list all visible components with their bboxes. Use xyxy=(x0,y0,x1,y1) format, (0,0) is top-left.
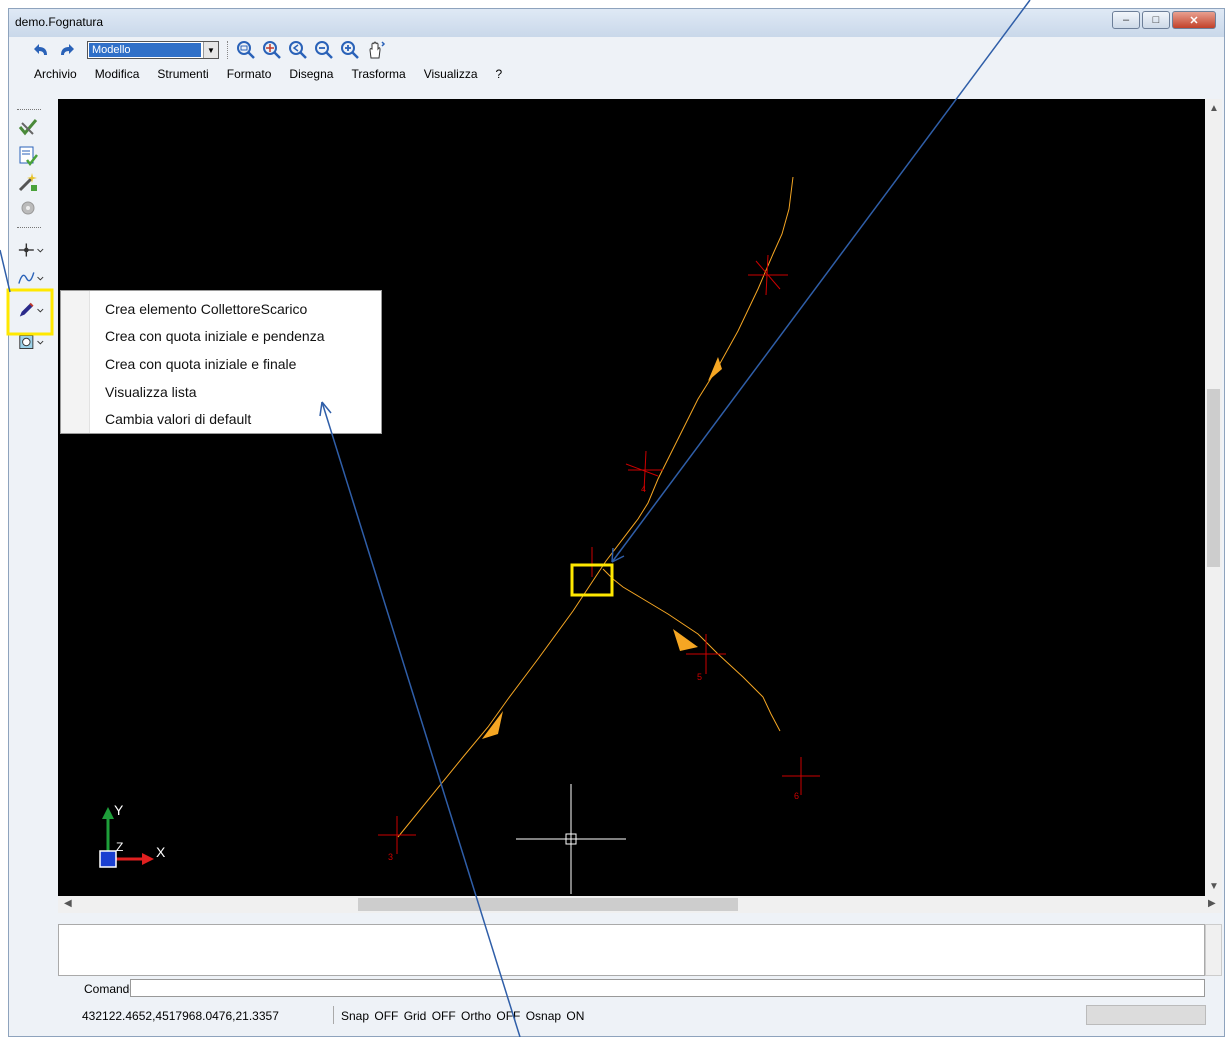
title-bar[interactable]: demo.Fognatura – □ ✕ xyxy=(9,9,1224,37)
horizontal-scroll-thumb[interactable] xyxy=(358,898,738,911)
menu-create-with-slope[interactable]: Crea con quota iniziale e pendenza xyxy=(105,328,325,344)
check-pencil-icon xyxy=(18,119,38,136)
toolbar-grip xyxy=(17,109,41,110)
horizontal-scrollbar[interactable]: ◀ ▶ xyxy=(58,896,1222,913)
scroll-down-icon[interactable]: ▼ xyxy=(1209,881,1219,892)
zoom-in-button[interactable] xyxy=(339,39,361,61)
scroll-up-icon[interactable]: ▲ xyxy=(1209,103,1219,114)
menu-strumenti[interactable]: Strumenti xyxy=(148,63,217,85)
redo-icon xyxy=(61,44,74,55)
validate-tool[interactable] xyxy=(17,117,45,139)
menu-show-list[interactable]: Visualizza lista xyxy=(105,384,197,400)
main-toolbar: Modello ▼ xyxy=(9,37,1224,63)
zoom-out-button[interactable] xyxy=(313,39,335,61)
gear-stack-icon xyxy=(21,201,35,215)
node-label-5: 5 xyxy=(697,672,702,682)
node-tool[interactable] xyxy=(17,239,45,261)
menu-icon-gutter xyxy=(61,291,90,433)
manhole-tool[interactable] xyxy=(17,331,45,353)
node-label-6: 6 xyxy=(794,791,799,801)
menu-modifica[interactable]: Modifica xyxy=(86,63,149,85)
pan-button[interactable] xyxy=(365,39,387,61)
pencil-icon xyxy=(19,302,44,317)
menu-visualizza[interactable]: Visualizza xyxy=(415,63,487,85)
zoom-in-icon xyxy=(341,41,359,59)
maximize-button[interactable]: □ xyxy=(1142,11,1170,29)
axis-z-label: Z xyxy=(116,840,123,854)
left-toolbar xyxy=(11,105,55,365)
undo-icon xyxy=(34,44,47,55)
minimize-button[interactable]: – xyxy=(1112,11,1140,29)
menu-formato[interactable]: Formato xyxy=(218,63,281,85)
canvas-drawing: 4 5 6 3 Y X Z xyxy=(99,176,820,894)
zoom-previous-button[interactable] xyxy=(287,39,309,61)
zoom-all-button[interactable] xyxy=(261,39,283,61)
node-label: 4 xyxy=(641,484,646,494)
history-scrollbar[interactable] xyxy=(1205,924,1222,976)
menu-change-defaults[interactable]: Cambia valori di default xyxy=(105,411,251,427)
check-document-tool[interactable] xyxy=(17,145,45,167)
menu-create-with-start-end[interactable]: Crea con quota iniziale e finale xyxy=(105,356,296,372)
vertical-scrollbar[interactable]: ▲ ▼ xyxy=(1205,99,1222,896)
pan-icon xyxy=(369,41,386,59)
pipe-context-menu: Crea elemento CollettoreScarico Crea con… xyxy=(60,290,382,434)
menu-bar: Archivio Modifica Strumenti Formato Dise… xyxy=(9,63,1224,85)
window-title: demo.Fognatura xyxy=(15,15,104,29)
scroll-right-icon[interactable]: ▶ xyxy=(1208,898,1216,909)
crosshair-cursor xyxy=(516,784,626,894)
zoom-previous-icon xyxy=(289,41,307,59)
menu-help[interactable]: ? xyxy=(487,63,512,85)
flow-arrows xyxy=(482,357,722,739)
ucs-icon: Y X Z xyxy=(99,802,166,868)
zoom-window-icon xyxy=(237,41,255,59)
wand-tool[interactable] xyxy=(17,171,45,193)
redo-button[interactable] xyxy=(55,39,77,61)
node-markers xyxy=(378,254,820,854)
menu-trasforma[interactable]: Trasforma xyxy=(342,63,414,85)
document-check-icon xyxy=(19,146,38,167)
toolbar-separator xyxy=(227,41,229,59)
menu-archivio[interactable]: Archivio xyxy=(25,63,86,85)
status-coordinates: 432122.4652,4517968.0476,21.3357 xyxy=(82,1009,279,1023)
curve-icon xyxy=(18,272,44,284)
status-bar: 432122.4652,4517968.0476,21.3357 Snap OF… xyxy=(58,1003,1222,1027)
scroll-left-icon[interactable]: ◀ xyxy=(64,898,72,909)
command-input[interactable] xyxy=(130,979,1205,997)
command-history[interactable] xyxy=(58,924,1205,976)
view-select[interactable]: Modello ▼ xyxy=(87,41,219,59)
status-modes[interactable]: Snap OFF Grid OFF Ortho OFF Osnap ON xyxy=(341,1009,584,1023)
drawing-canvas[interactable]: 4 5 6 3 Y X Z xyxy=(58,99,1205,896)
curve-tool[interactable] xyxy=(17,267,45,289)
close-button[interactable]: ✕ xyxy=(1172,11,1216,29)
vertical-scroll-thumb[interactable] xyxy=(1207,389,1220,567)
view-select-value: Modello xyxy=(89,43,201,57)
disabled-tool[interactable] xyxy=(17,197,45,219)
status-panel xyxy=(1086,1005,1206,1025)
undo-button[interactable] xyxy=(31,39,53,61)
menu-create-collector[interactable]: Crea elemento CollettoreScarico xyxy=(105,301,307,317)
magic-wand-icon xyxy=(18,173,37,192)
axis-y-label: Y xyxy=(114,802,124,818)
pipe-network xyxy=(397,176,794,838)
zoom-window-button[interactable] xyxy=(235,39,257,61)
status-separator xyxy=(333,1006,334,1024)
toolbar-grip xyxy=(17,227,41,228)
application-window: demo.Fognatura – □ ✕ Modello ▼ Archivio … xyxy=(8,8,1225,1037)
manhole-icon xyxy=(19,335,44,349)
command-line: Comando: xyxy=(58,979,1222,999)
zoom-all-icon xyxy=(263,41,281,59)
axis-x-label: X xyxy=(156,844,166,860)
zoom-out-icon xyxy=(315,41,333,59)
chevron-down-icon[interactable]: ▼ xyxy=(203,42,218,58)
node-label-3: 3 xyxy=(388,852,393,862)
menu-disegna[interactable]: Disegna xyxy=(280,63,342,85)
pipe-tool[interactable] xyxy=(17,299,45,321)
node-cross-icon xyxy=(18,243,44,257)
